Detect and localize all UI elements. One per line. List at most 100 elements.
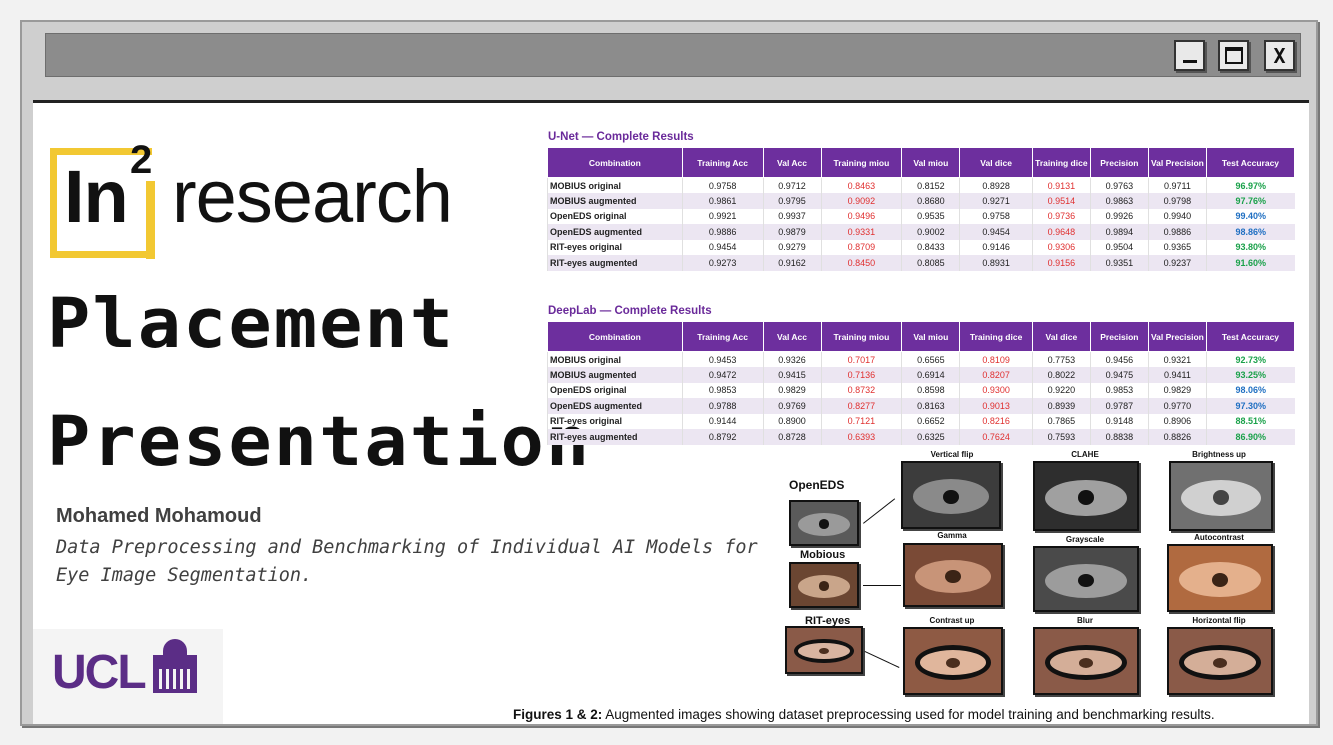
value-cell: 0.8277 bbox=[820, 398, 902, 414]
app-window: X In 2 research Placement Presentation M… bbox=[20, 20, 1318, 726]
value-cell: 0.9475 bbox=[1089, 367, 1149, 383]
value-cell: 0.8928 bbox=[959, 177, 1033, 193]
title-bar[interactable]: X bbox=[45, 33, 1301, 77]
combination-cell: OpenEDS augmented bbox=[547, 398, 683, 414]
value-cell: 0.6652 bbox=[901, 413, 960, 429]
figure-caption: Figures 1 & 2: Augmented images showing … bbox=[513, 707, 1215, 722]
close-icon: X bbox=[1273, 43, 1286, 68]
unet-header-cell: Training dice bbox=[1031, 147, 1091, 178]
slide-content: In 2 research Placement Presentation Moh… bbox=[33, 100, 1309, 724]
unet-header-cell: Val dice bbox=[959, 147, 1033, 178]
combination-cell: RIT-eyes original bbox=[547, 413, 683, 429]
value-cell: 0.9220 bbox=[1031, 382, 1091, 398]
unet-header-cell: Val Acc bbox=[762, 147, 822, 178]
gamma-image bbox=[903, 543, 1003, 607]
close-button[interactable]: X bbox=[1264, 40, 1295, 71]
in2research-logo: In 2 research bbox=[50, 138, 510, 263]
value-cell: 0.9798 bbox=[1147, 193, 1207, 209]
table-row: OpenEDS augmented 0.9788 0.9769 0.8277 0.816… bbox=[547, 398, 1295, 414]
minimize-button[interactable] bbox=[1174, 40, 1205, 71]
value-cell: 0.9863 bbox=[1089, 193, 1149, 209]
arrow-icon bbox=[863, 498, 896, 524]
value-cell: 0.7865 bbox=[1031, 413, 1091, 429]
value-cell: 97.30% bbox=[1205, 398, 1295, 414]
value-cell: 0.9937 bbox=[762, 208, 822, 224]
table-row: RIT-eyes original 0.9144 0.8900 0.7121 0.665… bbox=[547, 413, 1295, 429]
value-cell: 0.9648 bbox=[1031, 224, 1091, 240]
author-name: Mohamed Mohamoud bbox=[56, 505, 262, 527]
table-row: MOBIUS augmented 0.9472 0.9415 0.7136 0.6914… bbox=[547, 367, 1295, 383]
value-cell: 0.9788 bbox=[681, 398, 763, 414]
value-cell: 0.9787 bbox=[1089, 398, 1149, 414]
value-cell: 0.9504 bbox=[1089, 239, 1149, 255]
value-cell: 0.9736 bbox=[1031, 208, 1091, 224]
value-cell: 0.9861 bbox=[681, 193, 763, 209]
deeplab-header-cell: Training miou bbox=[820, 321, 903, 352]
logo-superscript: 2 bbox=[130, 138, 153, 182]
value-cell: 0.8216 bbox=[959, 413, 1033, 429]
value-cell: 0.9853 bbox=[1089, 382, 1149, 398]
horizontal-flip-image bbox=[1167, 627, 1273, 695]
arrow-icon bbox=[864, 651, 900, 668]
value-cell: 0.9496 bbox=[820, 208, 902, 224]
value-cell: 97.76% bbox=[1205, 193, 1295, 209]
value-cell: 0.9415 bbox=[762, 367, 822, 383]
aug-label: Horizontal flip bbox=[1192, 616, 1246, 625]
project-subtitle: Data Preprocessing and Benchmarking of I… bbox=[56, 537, 758, 586]
value-cell: 0.9921 bbox=[681, 208, 763, 224]
combination-cell: OpenEDS original bbox=[547, 208, 683, 224]
value-cell: 0.9770 bbox=[1147, 398, 1207, 414]
value-cell: 0.9411 bbox=[1147, 367, 1207, 383]
combination-cell: RIT-eyes augmented bbox=[547, 255, 683, 271]
aug-label: Vertical flip bbox=[930, 450, 974, 459]
value-cell: 0.9886 bbox=[681, 224, 763, 240]
unet-header-cell: Val Precision bbox=[1147, 147, 1207, 178]
value-cell: 0.9306 bbox=[1031, 239, 1091, 255]
value-cell: 92.73% bbox=[1205, 351, 1295, 367]
combination-cell: MOBIUS original bbox=[547, 351, 683, 367]
combination-cell: MOBIUS augmented bbox=[547, 193, 683, 209]
value-cell: 0.9712 bbox=[762, 177, 822, 193]
value-cell: 0.8900 bbox=[762, 413, 822, 429]
table-row: MOBIUS original 0.9453 0.9326 0.7017 0.6565 0… bbox=[547, 351, 1295, 367]
table-row: OpenEDS original 0.9921 0.9937 0.9496 0.9535… bbox=[547, 208, 1295, 224]
aug-label: Gamma bbox=[937, 531, 967, 540]
deeplab-header-cell: Val dice bbox=[1031, 321, 1091, 352]
value-cell: 0.7121 bbox=[820, 413, 902, 429]
value-cell: 0.9351 bbox=[1089, 255, 1149, 271]
unet-header-cell: Val miou bbox=[901, 147, 961, 178]
value-cell: 0.9472 bbox=[681, 367, 763, 383]
value-cell: 0.8709 bbox=[820, 239, 902, 255]
value-cell: 0.8463 bbox=[820, 177, 902, 193]
value-cell: 0.9162 bbox=[762, 255, 822, 271]
combination-cell: MOBIUS augmented bbox=[547, 367, 683, 383]
value-cell: 0.8838 bbox=[1089, 429, 1149, 445]
value-cell: 0.9321 bbox=[1147, 351, 1207, 367]
aug-label: Brightness up bbox=[1192, 450, 1246, 459]
vertical-flip-image bbox=[901, 461, 1001, 529]
value-cell: 0.6914 bbox=[901, 367, 960, 383]
value-cell: 0.9853 bbox=[681, 382, 763, 398]
unet-table-title: U-Net — Complete Results bbox=[548, 131, 694, 143]
table-row: OpenEDS original 0.9853 0.9829 0.8732 0.8598… bbox=[547, 382, 1295, 398]
value-cell: 0.9711 bbox=[1147, 177, 1207, 193]
deeplab-results-table: Combination Training Acc Val Acc Training m… bbox=[547, 321, 1296, 445]
deeplab-header-cell: Precision bbox=[1089, 321, 1149, 352]
value-cell: 0.9829 bbox=[762, 382, 822, 398]
maximize-button[interactable] bbox=[1218, 40, 1249, 71]
value-cell: 93.80% bbox=[1205, 239, 1295, 255]
logo-bracket-shape bbox=[50, 251, 155, 258]
value-cell: 93.25% bbox=[1205, 367, 1295, 383]
openeds-original-image bbox=[789, 500, 859, 546]
value-cell: 0.9769 bbox=[762, 398, 822, 414]
ucl-logo: UCL bbox=[33, 629, 223, 724]
value-cell: 0.9092 bbox=[820, 193, 902, 209]
value-cell: 0.9146 bbox=[959, 239, 1033, 255]
table-row: OpenEDS augmented 0.9886 0.9879 0.9331 0.900… bbox=[547, 224, 1295, 240]
aug-label: CLAHE bbox=[1071, 450, 1099, 459]
value-cell: 0.9326 bbox=[762, 351, 822, 367]
caption-text: Augmented images showing dataset preproc… bbox=[602, 707, 1215, 722]
value-cell: 0.9926 bbox=[1089, 208, 1149, 224]
value-cell: 0.8022 bbox=[1031, 367, 1091, 383]
value-cell: 0.8450 bbox=[820, 255, 902, 271]
